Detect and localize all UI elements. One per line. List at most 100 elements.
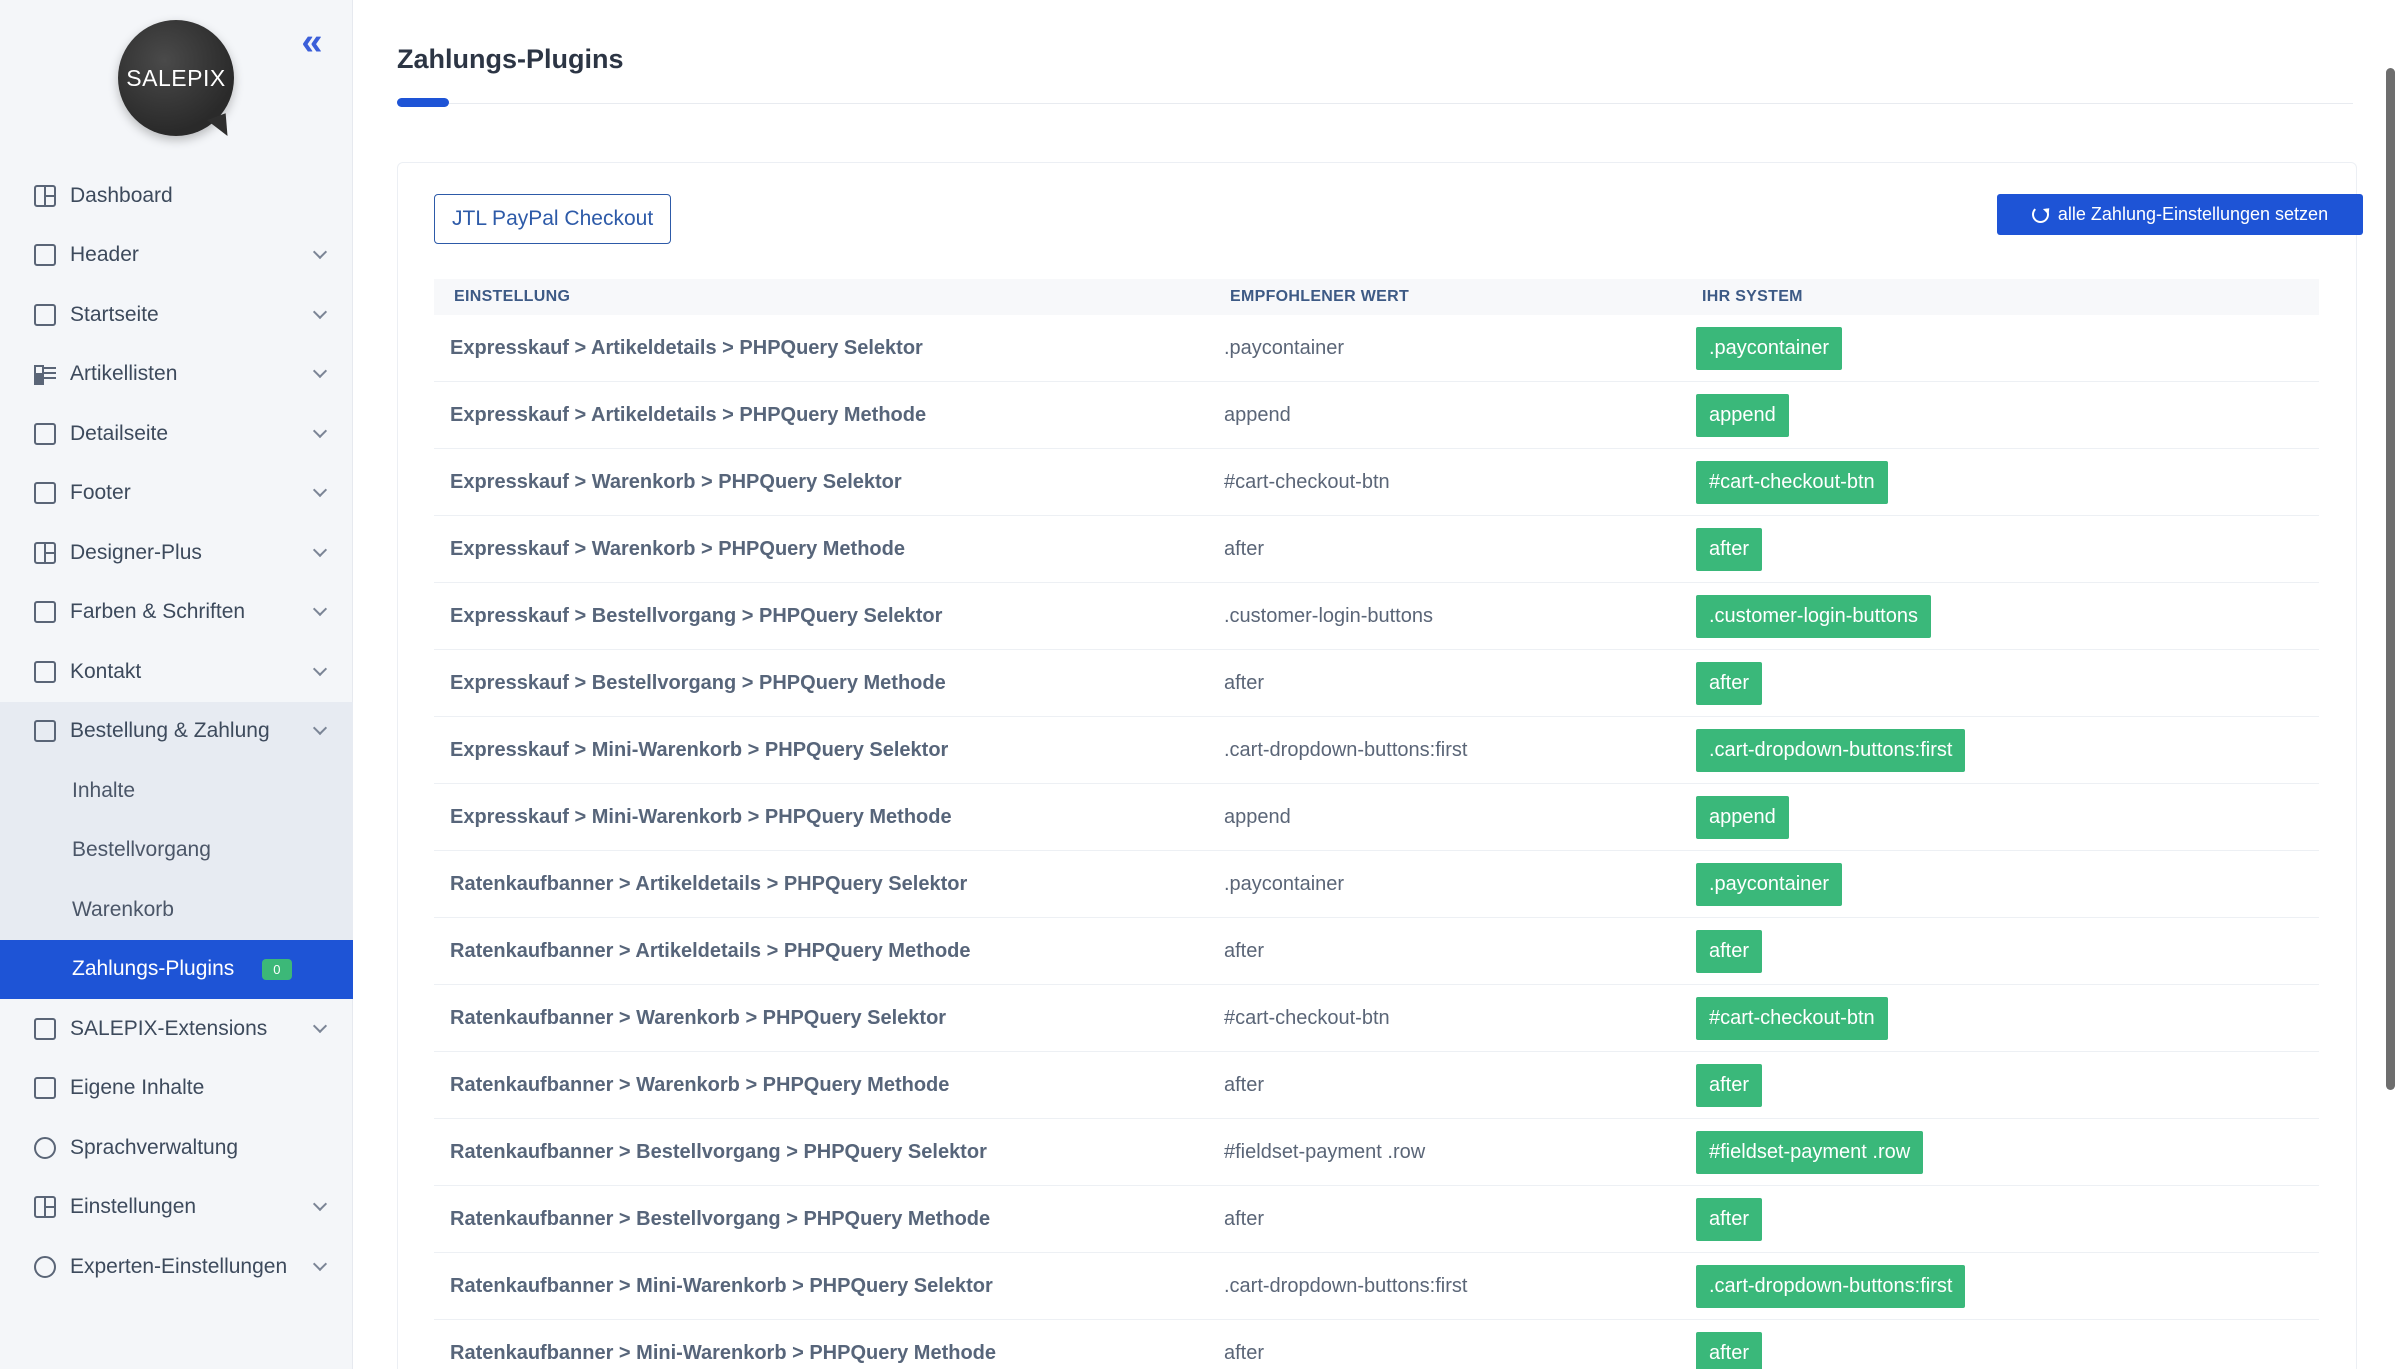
sidebar-item-salepix-extensions[interactable]: SALEPIX-Extensions (0, 999, 353, 1059)
sidebar-item-einstellungen[interactable]: Einstellungen (0, 1178, 353, 1238)
table-row: Expresskauf > Mini-Warenkorb > PHPQuery … (434, 784, 2319, 851)
setting-name: Ratenkaufbanner > Warenkorb > PHPQuery S… (450, 1006, 947, 1029)
sidebar-item-eigene-inhalte[interactable]: Eigene Inhalte (0, 1059, 353, 1119)
chevron-down-icon (312, 423, 328, 438)
sidebar-item-label: Bestellung & Zahlung (70, 719, 270, 743)
recommended-value: after (1224, 1341, 1265, 1364)
page-icon (34, 422, 56, 445)
header-divider (397, 103, 2353, 104)
logo-tail (206, 113, 234, 141)
setting-name: Expresskauf > Warenkorb > PHPQuery Metho… (450, 537, 905, 560)
system-value-cell: .paycontainer (1690, 326, 2319, 370)
sidebar-item-experten-einstellungen[interactable]: Experten-Einstellungen (0, 1237, 353, 1297)
sidebar-subitem-zahlungs-plugins[interactable]: Zahlungs-Plugins 0 (0, 939, 353, 999)
salepix-logo[interactable]: SALEPIX (118, 20, 238, 141)
chevron-down-icon (312, 364, 328, 379)
setting-name: Ratenkaufbanner > Bestellvorgang > PHPQu… (450, 1140, 987, 1163)
table-row: Ratenkaufbanner > Mini-Warenkorb > PHPQu… (434, 1253, 2319, 1320)
sidebar-subitem-bestellvorgang[interactable]: Bestellvorgang (0, 821, 353, 881)
sidebar-item-artikellisten[interactable]: Artikellisten (0, 345, 353, 405)
sidebar-item-header[interactable]: Header (0, 226, 353, 286)
sidebar: SALEPIX « Dashboard Header Startseite Artik… (0, 0, 353, 1369)
system-value-badge: .cart-dropdown-buttons:first (1696, 1264, 1966, 1308)
sidebar-item-detailseite[interactable]: Detailseite (0, 404, 353, 464)
sidebar-item-label: Kontakt (70, 659, 142, 683)
system-value-badge: #cart-checkout-btn (1696, 996, 1888, 1040)
sidebar-item-kontakt[interactable]: Kontakt (0, 642, 353, 702)
sidebar-item-startseite[interactable]: Startseite (0, 285, 353, 345)
table-row: Ratenkaufbanner > Bestellvorgang > PHPQu… (434, 1119, 2319, 1186)
sidebar-item-label: Startseite (70, 302, 159, 326)
system-value-cell: append (1690, 393, 2319, 437)
table-row: Ratenkaufbanner > Warenkorb > PHPQuery S… (434, 985, 2319, 1052)
sidebar-item-label: Artikellisten (70, 362, 178, 386)
setting-name: Expresskauf > Artikeldetails > PHPQuery … (450, 403, 927, 426)
header-einstellung: EINSTELLUNG (454, 288, 571, 305)
table-row: Ratenkaufbanner > Artikeldetails > PHPQu… (434, 851, 2319, 918)
setting-name: Ratenkaufbanner > Mini-Warenkorb > PHPQu… (450, 1274, 993, 1297)
box-icon (34, 1017, 56, 1040)
globe-icon (34, 1136, 56, 1159)
page-scrollbar[interactable] (2386, 68, 2395, 1090)
set-all-payment-settings-button[interactable]: alle Zahlung-Einstellungen setzen (1997, 194, 2363, 235)
recommended-value: after (1224, 671, 1265, 694)
basket-icon (34, 720, 56, 743)
sidebar-item-footer[interactable]: Footer (0, 464, 353, 524)
system-value-badge: after (1696, 527, 1763, 571)
sidebar-item-designer-plus[interactable]: Designer-Plus (0, 523, 353, 583)
system-value-badge: after (1696, 1063, 1763, 1107)
setting-name: Ratenkaufbanner > Warenkorb > PHPQuery M… (450, 1073, 950, 1096)
table-row: Expresskauf > Bestellvorgang > PHPQuery … (434, 650, 2319, 717)
list-icon (34, 363, 56, 385)
setting-name: Ratenkaufbanner > Mini-Warenkorb > PHPQu… (450, 1341, 997, 1364)
chevron-down-icon (312, 602, 328, 617)
recommended-value: .cart-dropdown-buttons:first (1224, 1274, 1468, 1297)
paint-icon (34, 601, 56, 624)
sidebar-subitem-warenkorb[interactable]: Warenkorb (0, 880, 353, 940)
table-row: Expresskauf > Mini-Warenkorb > PHPQuery … (434, 717, 2319, 784)
recommended-value: after (1224, 537, 1265, 560)
recommended-value: after (1224, 1073, 1265, 1096)
logo-text: SALEPIX (126, 64, 226, 91)
chevron-down-icon (312, 1018, 328, 1033)
sidebar-subitem-inhalte[interactable]: Inhalte (0, 761, 353, 821)
system-value-badge: #cart-checkout-btn (1696, 460, 1888, 504)
sidebar-item-bestellung-und-zahlung[interactable]: Bestellung & Zahlung (0, 701, 353, 761)
setting-name: Expresskauf > Mini-Warenkorb > PHPQuery … (450, 805, 952, 828)
grid-icon (34, 541, 56, 564)
sidebar-item-label: Farben & Schriften (70, 600, 246, 624)
system-value-cell: #cart-checkout-btn (1690, 460, 2319, 504)
chevron-down-icon (312, 483, 328, 498)
system-value-cell: after (1690, 661, 2319, 705)
setting-name: Expresskauf > Warenkorb > PHPQuery Selek… (450, 470, 902, 493)
chevron-down-icon (312, 721, 328, 736)
dashboard-icon (34, 184, 56, 207)
table-row: Ratenkaufbanner > Artikeldetails > PHPQu… (434, 918, 2319, 985)
refresh-icon (2031, 206, 2049, 223)
setting-name: Expresskauf > Bestellvorgang > PHPQuery … (450, 604, 943, 627)
collapse-sidebar-icon[interactable]: « (290, 23, 326, 61)
tab-jtl-paypal-checkout[interactable]: JTL PayPal Checkout (434, 194, 672, 244)
system-value-cell: .customer-login-buttons (1690, 594, 2319, 638)
system-value-badge: append (1696, 795, 1789, 839)
sidebar-item-farben-und-schriften[interactable]: Farben & Schriften (0, 583, 353, 643)
table-header: EINSTELLUNG EMPFOHLENER WERT IHR SYSTEM (434, 279, 2319, 315)
plugin-card: JTL PayPal Checkout alle Zahlung-Einstel… (397, 162, 2363, 1369)
system-value-badge: .paycontainer (1696, 326, 1843, 370)
sidebar-nav: Dashboard Header Startseite Artikellisten De… (0, 166, 353, 1297)
sidebar-item-label: Designer-Plus (70, 540, 202, 564)
table-row: Expresskauf > Artikeldetails > PHPQuery … (434, 315, 2319, 382)
setting-name: Ratenkaufbanner > Artikeldetails > PHPQu… (450, 872, 968, 895)
sidebar-item-sprachverwaltung[interactable]: Sprachverwaltung (0, 1118, 353, 1178)
system-value-cell: .cart-dropdown-buttons:first (1690, 1264, 2319, 1308)
sidebar-subitem-label: Inhalte (72, 778, 136, 802)
system-value-badge: after (1696, 661, 1763, 705)
chevron-down-icon (312, 304, 328, 319)
setting-name: Expresskauf > Artikeldetails > PHPQuery … (450, 336, 923, 359)
sidebar-item-dashboard[interactable]: Dashboard (0, 166, 353, 226)
table-row: Expresskauf > Artikeldetails > PHPQuery … (434, 382, 2319, 449)
recommended-value: after (1224, 1207, 1265, 1230)
sidebar-item-label: Einstellungen (70, 1195, 197, 1219)
header-accent-bar (397, 98, 449, 107)
header-icon (34, 244, 56, 267)
